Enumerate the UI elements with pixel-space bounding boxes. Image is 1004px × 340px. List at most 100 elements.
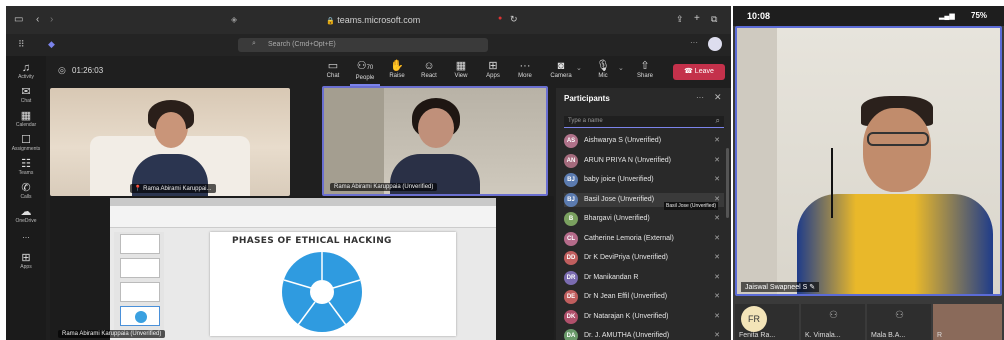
people-button[interactable]: ⚇70 People [350, 60, 380, 86]
speaker-face [418, 108, 454, 148]
participant-row[interactable]: AS Aishwarya S (Unverified) ✕ [564, 134, 724, 148]
leave-button[interactable]: ☎ Leave [673, 64, 725, 80]
rail-item-teams[interactable]: ☷ Teams [6, 158, 46, 176]
avatar: B [564, 212, 578, 226]
participant-name: ARUN PRIYA N (Unverified) [584, 156, 672, 164]
mic-off-icon: ✕ [714, 215, 720, 222]
teams-window: ▭ ‹ › ◈ 🔒 teams.microsoft.com ● ↻ ⇪ + ⧉ … [6, 6, 731, 340]
participant-row[interactable]: DD Dr K DeviPriya (Unverified) ✕ [564, 251, 724, 265]
participant-row[interactable]: BJ baby joice (Unverified) ✕ [564, 173, 724, 187]
rail-item-more[interactable]: ... [6, 230, 46, 240]
earphone-wire [831, 148, 833, 218]
teams-icon: ☷ [21, 158, 31, 170]
avatar[interactable] [708, 37, 722, 51]
participant-row[interactable]: AN ARUN PRIYA N (Unverified) ✕ [564, 153, 724, 168]
chevron-down-icon[interactable]: ⌄ [576, 64, 582, 72]
more-button[interactable]: ··· More [510, 60, 540, 79]
participant-tile-1[interactable]: FR Fenita Ra... [735, 304, 799, 340]
address-bar[interactable]: 🔒 teams.microsoft.com [326, 15, 420, 25]
forward-icon[interactable]: › [50, 14, 53, 25]
rail-item-activity[interactable]: ♫ Activity [6, 62, 46, 80]
teams-header: ⠿ ◆ ⌕ Search (Cmd+Opt+E) ··· [6, 34, 731, 56]
participant-name: Dr Natarajan K (Unverified) [584, 312, 669, 320]
lock-icon: 🔒 [326, 18, 335, 25]
search-icon: ⌕ [252, 40, 256, 47]
share-button[interactable]: ⇧ Share [630, 60, 660, 79]
hangup-icon: ☎ [684, 68, 693, 75]
calendar-icon: ▦ [20, 110, 32, 122]
camera-button[interactable]: ◙ Camera [546, 60, 576, 79]
shared-screen[interactable]: PHASES OF ETHICAL HACKING Rama Abirami K… [50, 196, 554, 340]
phone-icon: ✆ [21, 182, 31, 194]
share-page-icon[interactable]: ⇪ [676, 14, 684, 25]
participant-name: Aishwarya S (Unverified) [584, 137, 662, 144]
back-icon[interactable]: ‹ [36, 14, 39, 25]
mic-off-icon: ✕ [714, 137, 720, 144]
participant-row[interactable]: DR Dr Manikandan R ✕ [564, 270, 724, 285]
people-icon: ⚇70 [356, 60, 374, 72]
person-jacket [797, 194, 993, 294]
participant-name: Dr K DeviPriya (Unverified) [584, 254, 669, 261]
participant-row[interactable]: DK Dr Natarajan K (Unverified) ✕ [564, 309, 724, 324]
apps-icon: ⊞ [21, 252, 31, 264]
raise-hand-button[interactable]: ✋ Raise [382, 60, 412, 79]
rail-item-calendar[interactable]: ▦ Calendar [6, 110, 46, 128]
scrollbar[interactable] [726, 148, 729, 218]
thumb-diagram [135, 311, 147, 323]
background-wall [737, 28, 777, 294]
video-tile-1-name: 📍 Rama Abirami Karuppai... [130, 184, 216, 193]
chat-button[interactable]: ▭ Chat [318, 60, 348, 79]
video-tile-2[interactable]: Rama Abirami Karuppaia (Unverified) [322, 86, 548, 196]
more-options-icon[interactable]: ··· [696, 93, 704, 102]
view-button[interactable]: ▦ View [446, 60, 476, 79]
participant-row[interactable]: DE Dr N Jean Effil (Unverified) ✕ [564, 290, 724, 304]
meeting-timer: 01:26:03 [72, 66, 104, 75]
camera-off-icon: ◙ [557, 60, 565, 72]
tabs-overview-icon[interactable]: ⧉ [711, 14, 717, 25]
ppt-menubar [110, 198, 496, 206]
participant-tile-3[interactable]: ⚇ Mala B.A... [867, 304, 931, 340]
sidebar-toggle-icon[interactable]: ▭ [14, 14, 23, 25]
search-box[interactable]: ⌕ Search (Cmd+Opt+E) [238, 38, 488, 52]
participant-row[interactable]: B Bhargavi (Unverified) ✕ [564, 212, 724, 226]
chevron-down-icon[interactable]: ⌄ [618, 64, 624, 72]
phone-main-video[interactable]: Jaiswal Swapneel S ✎ [735, 26, 1002, 296]
participant-row[interactable]: CL Catherine Lemoria (External) ✕ [564, 231, 724, 246]
app-launcher-icon[interactable]: ⠿ [18, 39, 25, 50]
mic-off-icon: ✕ [714, 156, 720, 164]
participant-row[interactable]: DA Dr. J. AMUTHA (Unverified) ✕ [564, 329, 724, 340]
slide-thumb-active[interactable] [120, 306, 160, 326]
new-tab-icon[interactable]: + [694, 13, 700, 24]
rail-item-calls[interactable]: ✆ Calls [6, 182, 46, 200]
glasses [867, 132, 929, 146]
more-options-icon[interactable]: ··· [690, 38, 698, 47]
person-icon: ⚇ [895, 310, 904, 321]
person-face [863, 108, 931, 192]
speaker-face-front [156, 112, 186, 146]
share-icon: ⇧ [640, 60, 650, 72]
rail-item-assignments[interactable]: ☐ Assignments [6, 134, 46, 152]
slide-thumbnails [114, 232, 164, 338]
slide-thumb[interactable] [120, 258, 160, 278]
mic-button[interactable]: 🎙 Mic [588, 60, 618, 79]
slide-thumb[interactable] [120, 234, 160, 254]
participant-name: Bhargavi (Unverified) [584, 215, 650, 222]
participant-search-input[interactable]: Type a name ⌕ [564, 116, 724, 128]
participant-name: Basil Jose (Unverified) [584, 195, 655, 203]
apps-button[interactable]: ⊞ Apps [478, 60, 508, 79]
rail-item-onedrive[interactable]: ☁ OneDrive [6, 206, 46, 224]
rail-item-apps[interactable]: ⊞ Apps [6, 252, 46, 270]
participant-tile-4[interactable]: R [933, 304, 1002, 340]
avatar: DR [564, 270, 578, 285]
participant-tile-2[interactable]: ⚇ K. Vimala... [801, 304, 865, 340]
avatar: AN [564, 153, 578, 168]
react-button[interactable]: ☺ React [414, 60, 444, 79]
rail-item-chat[interactable]: ✉ Chat [6, 86, 46, 104]
video-tile-1[interactable]: 📍 Rama Abirami Karuppai... [50, 88, 290, 196]
search-placeholder: Search (Cmd+Opt+E) [268, 41, 336, 48]
close-icon[interactable]: ✕ [714, 92, 722, 103]
reload-icon[interactable]: ↻ [510, 14, 518, 25]
slide-thumb[interactable] [120, 282, 160, 302]
recording-icon: ● [498, 15, 503, 22]
chat-icon: ✉ [21, 86, 31, 98]
